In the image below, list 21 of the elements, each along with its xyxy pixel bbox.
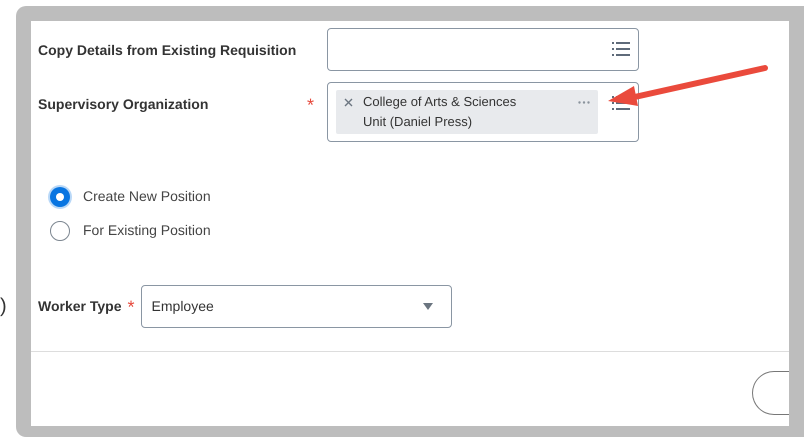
- more-icon[interactable]: [578, 101, 590, 104]
- remove-icon[interactable]: [344, 98, 353, 107]
- selected-item-chip[interactable]: College of Arts & Sciences Unit (Daniel Press): [336, 90, 598, 134]
- radio-button[interactable]: [50, 220, 70, 240]
- partial-text: ): [0, 296, 7, 316]
- field-label: Copy Details from Existing Requisition: [38, 42, 296, 58]
- prompt-field[interactable]: College of Arts & Sciences Unit (Daniel Press): [327, 82, 639, 142]
- button[interactable]: [752, 371, 789, 415]
- dropdown[interactable]: Employee: [140, 285, 452, 328]
- radio-label: For Existing Position: [83, 221, 211, 240]
- chip-text: College of Arts & Sciences: [363, 93, 518, 111]
- dropdown-caret-icon: [422, 303, 433, 310]
- required-asterisk: *: [128, 296, 135, 319]
- prompt-field[interactable]: [327, 28, 639, 71]
- field-label: Supervisory Organization: [38, 96, 208, 112]
- chip-text: Unit (Daniel Press): [363, 113, 474, 131]
- required-asterisk: *: [307, 95, 314, 115]
- radio-label: Create New Position: [83, 187, 211, 206]
- field-label: Worker Type: [38, 297, 122, 316]
- list-icon[interactable]: [612, 42, 630, 56]
- radio-button[interactable]: [50, 186, 70, 206]
